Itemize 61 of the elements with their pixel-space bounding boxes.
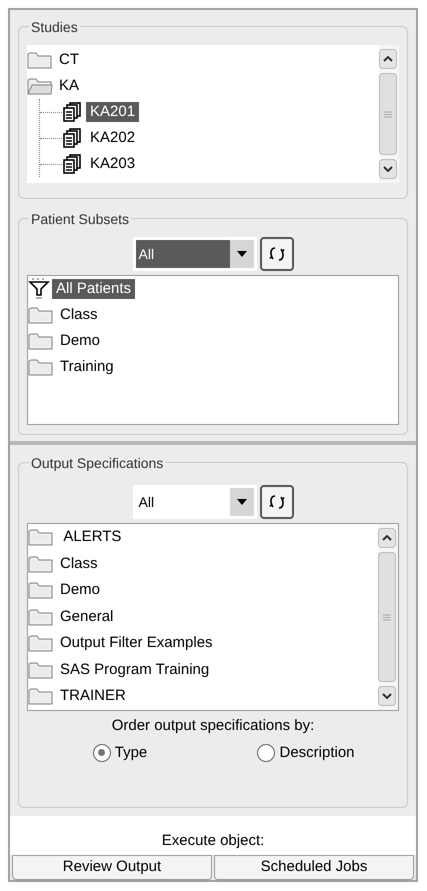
- stacked-documents-icon: [62, 128, 82, 148]
- radio-option[interactable]: Description: [213, 742, 399, 764]
- folder-icon: [28, 687, 54, 706]
- list-item[interactable]: TRAINER: [56, 686, 130, 706]
- chevron-up-icon: [383, 56, 393, 62]
- list-item[interactable]: General: [56, 606, 118, 627]
- list-item[interactable]: KA203: [86, 154, 140, 174]
- dropdown-arrow-icon: [236, 251, 246, 258]
- radio-option[interactable]: Type: [27, 742, 213, 764]
- scroll-thumb[interactable]: [378, 552, 396, 682]
- refresh-button[interactable]: [260, 485, 294, 520]
- scroll-up-button[interactable]: [378, 528, 396, 548]
- folder-icon: [28, 660, 54, 679]
- folder-icon: [27, 77, 53, 95]
- folder-icon: [28, 634, 54, 652]
- list-item[interactable]: Training: [56, 357, 118, 378]
- order-label: Order output specifications by:: [110, 716, 316, 736]
- folder-icon: [28, 332, 54, 350]
- grip-icon: [383, 614, 391, 621]
- tab[interactable]: Scheduled Jobs: [214, 854, 414, 880]
- scroll-up-button[interactable]: [379, 49, 397, 69]
- dropdown-value: All: [136, 240, 230, 268]
- list-item[interactable]: ALERTS: [56, 527, 126, 548]
- refresh-icon: [268, 245, 286, 264]
- folder-icon: [28, 306, 54, 324]
- list-item[interactable]: Class: [56, 305, 102, 326]
- dropdown-arrow-icon: [236, 499, 246, 506]
- scrollbar[interactable]: [379, 45, 399, 183]
- chevron-down-icon: [382, 693, 392, 700]
- list-item[interactable]: KA: [55, 76, 84, 96]
- folder-icon: [28, 528, 54, 546]
- folder-icon: [28, 554, 54, 573]
- scroll-thumb[interactable]: [379, 73, 397, 155]
- list-item[interactable]: CT: [55, 50, 83, 70]
- dropdown-value: All: [138, 492, 156, 512]
- list-item[interactable]: Demo: [56, 580, 104, 600]
- filter-dropdown[interactable]: All: [132, 237, 256, 272]
- folder-icon: [28, 358, 54, 376]
- refresh-icon: [268, 493, 286, 512]
- list-item[interactable]: All Patients: [52, 279, 136, 300]
- list-item[interactable]: KA201: [86, 102, 140, 122]
- list-item[interactable]: Demo: [56, 331, 104, 352]
- list-item[interactable]: Output Filter Examples: [56, 633, 217, 654]
- list-item[interactable]: Class: [56, 554, 102, 574]
- refresh-button[interactable]: [260, 237, 294, 272]
- stacked-documents-icon: [62, 102, 82, 122]
- chevron-down-icon: [383, 166, 393, 172]
- grip-icon: [384, 110, 392, 118]
- list-item[interactable]: KA202: [86, 128, 140, 148]
- folder-icon: [27, 51, 53, 69]
- folder-icon: [28, 581, 54, 600]
- folder-icon: [28, 608, 54, 626]
- execute-label: Execute object:: [162, 831, 264, 852]
- scroll-down-button[interactable]: [378, 686, 396, 706]
- filter-dropdown[interactable]: All: [132, 485, 256, 520]
- chevron-up-icon: [382, 535, 392, 542]
- scrollbar[interactable]: [378, 524, 398, 710]
- tab[interactable]: Review Output: [12, 854, 212, 880]
- stacked-documents-icon: [62, 154, 82, 174]
- scroll-down-button[interactable]: [379, 159, 397, 179]
- list-item[interactable]: SAS Program Training: [56, 660, 214, 680]
